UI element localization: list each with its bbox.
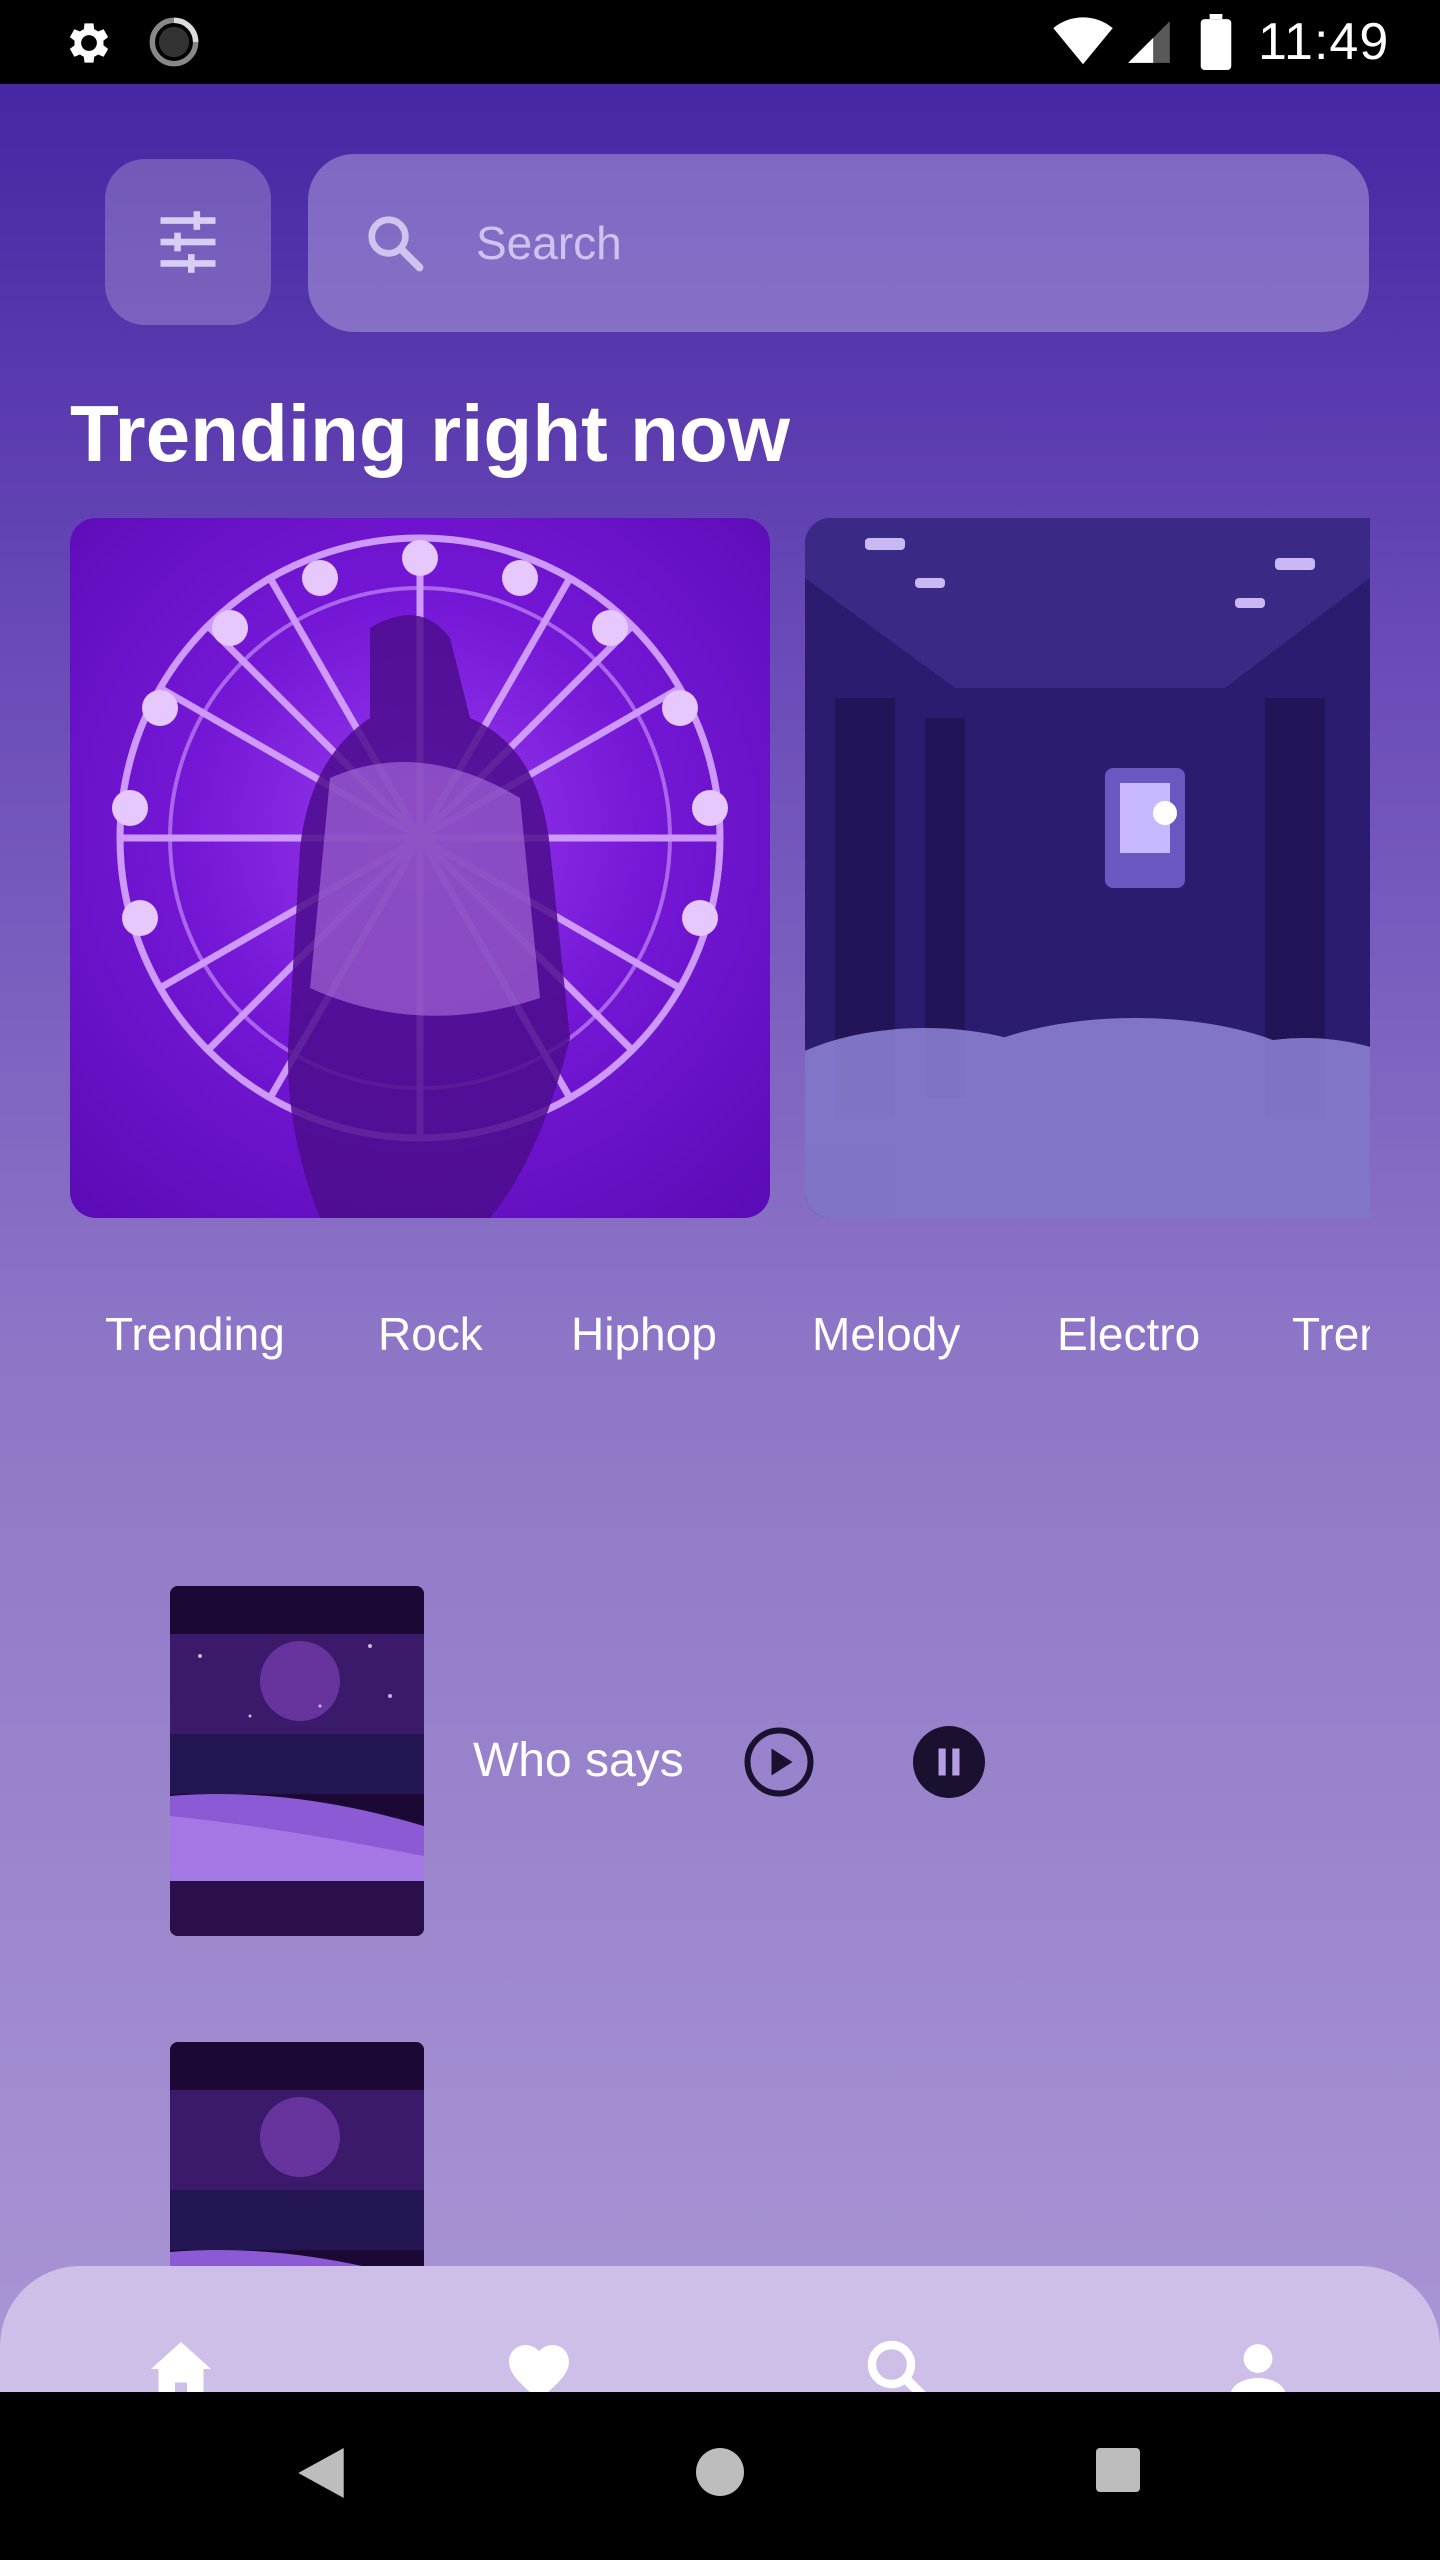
ferris-wheel-artwork [112,534,728,1218]
trending-card-1[interactable] [70,518,770,1218]
category-rock[interactable]: Rock [378,1284,483,1384]
pause-icon[interactable] [913,1726,985,1798]
gear-icon [69,23,109,63]
track-artwork [170,1586,424,1936]
filter-button[interactable] [105,159,271,325]
category-trending[interactable]: Trending [105,1284,285,1384]
search-icon[interactable] [863,2336,935,2392]
search-icon [368,216,424,272]
system-navigation-bar [0,2392,1440,2560]
category-tabs: Trending Rock Hiphop Melody Electro Tren… [0,1284,1370,1384]
category-trending-repeat[interactable]: Trending [1292,1284,1370,1384]
bottom-navigation [0,2266,1440,2392]
track-title: Who says [473,1734,684,1787]
back-icon[interactable] [298,2448,344,2498]
battery-icon [1200,14,1232,70]
search-input[interactable] [476,198,1336,288]
heart-icon[interactable] [503,2336,575,2392]
home-icon[interactable] [145,2336,217,2392]
track-item[interactable]: Who says [170,1586,1270,1936]
sliders-icon [160,211,216,273]
train-clouds-artwork [805,518,1370,1218]
signal-icon [1128,21,1170,63]
search-bar[interactable] [308,154,1369,332]
spinner-icon [149,17,199,67]
category-hiphop[interactable]: Hiphop [571,1284,717,1384]
page-title: Trending right now [70,389,790,478]
play-icon[interactable] [743,1726,815,1798]
category-melody[interactable]: Melody [812,1284,960,1384]
wifi-icon [1053,17,1113,65]
recent-apps-icon[interactable] [1096,2448,1140,2492]
category-electro[interactable]: Electro [1057,1284,1200,1384]
person-icon[interactable] [1222,2336,1294,2392]
app-screen: Trending right now [0,84,1440,2392]
home-circle-icon[interactable] [696,2448,744,2496]
status-bar: 11:49 [0,0,1440,84]
trending-card-2[interactable] [805,518,1370,1218]
clock: 11:49 [1258,13,1390,71]
